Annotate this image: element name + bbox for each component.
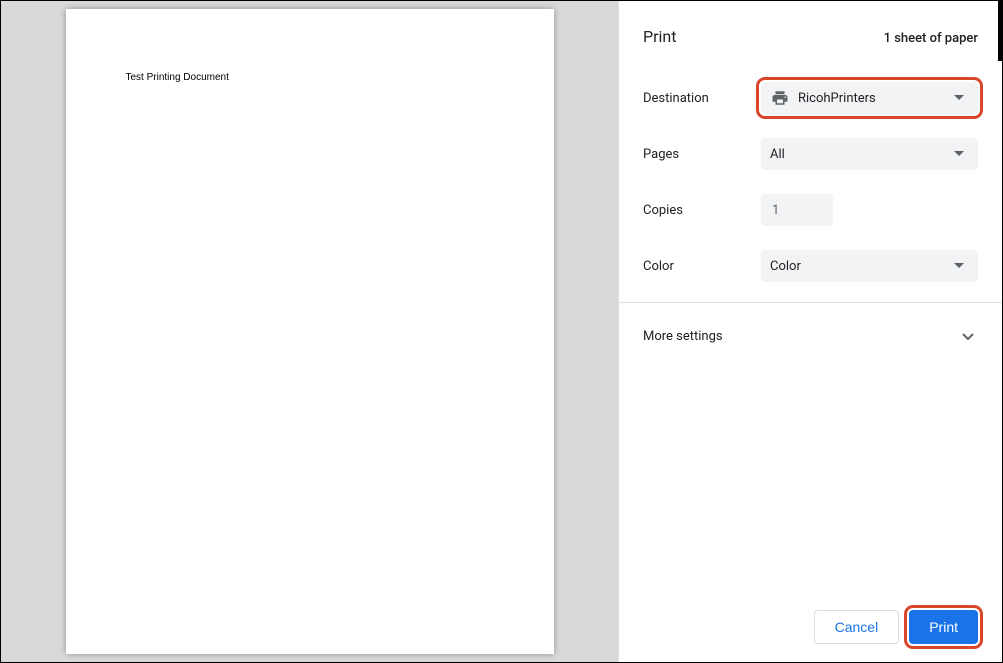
pages-value: All [770,147,949,162]
panel-title: Print [643,27,676,46]
setting-pages: Pages All [643,126,978,182]
print-settings-panel: Print 1 sheet of paper Destination Ricoh… [618,1,1002,662]
color-label: Color [643,259,761,274]
chevron-down-icon [949,263,969,269]
more-settings-label: More settings [643,329,723,344]
divider [619,302,1002,303]
preview-document-text: Test Printing Document [126,72,229,83]
more-settings-toggle[interactable]: More settings [619,311,1002,362]
sheet-count-info: 1 sheet of paper [884,31,978,46]
pages-select[interactable]: All [761,138,978,170]
setting-copies: Copies 1 [643,182,978,238]
copies-value: 1 [772,203,779,218]
chevron-down-icon [949,151,969,157]
copies-control: 1 [761,194,978,226]
panel-header: Print 1 sheet of paper [619,1,1002,70]
color-select[interactable]: Color [761,250,978,282]
copies-input[interactable]: 1 [761,194,833,226]
dialog-footer: Cancel Print [619,594,1002,662]
chevron-down-icon [949,95,969,101]
destination-control: RicohPrinters [761,82,978,114]
setting-color: Color Color [643,238,978,294]
copies-label: Copies [643,203,761,218]
color-control: Color [761,250,978,282]
preview-page: Test Printing Document [66,9,554,654]
print-preview-area: Test Printing Document [1,1,618,662]
destination-label: Destination [643,91,761,106]
setting-destination: Destination RicohPrinters [643,70,978,126]
print-button[interactable]: Print [909,610,978,644]
pages-label: Pages [643,147,761,162]
panel-scrollbar[interactable] [998,1,1002,61]
pages-control: All [761,138,978,170]
settings-list: Destination RicohPrinters [619,70,1002,294]
printer-icon [770,88,790,108]
color-value: Color [770,259,949,274]
chevron-down-icon [958,333,978,341]
cancel-button[interactable]: Cancel [814,610,900,644]
destination-select[interactable]: RicohPrinters [761,82,978,114]
print-dialog: Test Printing Document Print 1 sheet of … [1,1,1002,662]
destination-value: RicohPrinters [798,91,949,106]
